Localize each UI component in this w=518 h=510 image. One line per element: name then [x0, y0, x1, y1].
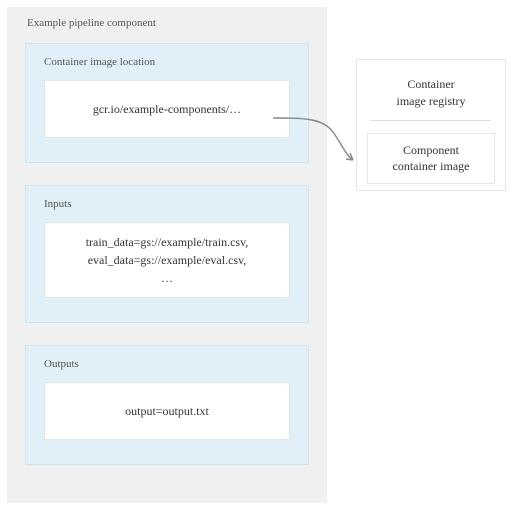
- pipeline-component-panel: Example pipeline component Container ima…: [7, 7, 327, 503]
- section-content: output=output.txt: [44, 382, 290, 440]
- section-title: Inputs: [44, 198, 290, 210]
- content-line: gcr.io/example-components/…: [93, 100, 241, 118]
- section-content: gcr.io/example-components/…: [44, 80, 290, 138]
- content-line: train_data=gs://example/train.csv,: [86, 233, 249, 251]
- section-container-image-location: Container image location gcr.io/example-…: [25, 43, 309, 163]
- registry-title-line: Container: [407, 77, 454, 91]
- section-title: Outputs: [44, 358, 290, 370]
- content-line: …: [161, 269, 173, 287]
- section-outputs: Outputs output=output.txt: [25, 345, 309, 465]
- registry-title-line: image registry: [397, 94, 466, 108]
- component-container-image-box: Component container image: [367, 133, 495, 185]
- registry-inner-line: container image: [393, 159, 470, 173]
- section-title: Container image location: [44, 56, 290, 68]
- container-image-registry-panel: Container image registry Component conta…: [356, 59, 506, 191]
- registry-title: Container image registry: [367, 70, 495, 120]
- content-line: eval_data=gs://example/eval.csv,: [88, 251, 247, 269]
- section-inputs: Inputs train_data=gs://example/train.csv…: [25, 185, 309, 323]
- panel-title: Example pipeline component: [27, 17, 309, 29]
- section-content: train_data=gs://example/train.csv, eval_…: [44, 222, 290, 298]
- content-line: output=output.txt: [125, 402, 209, 420]
- divider: [371, 120, 491, 121]
- registry-inner-line: Component: [403, 143, 459, 157]
